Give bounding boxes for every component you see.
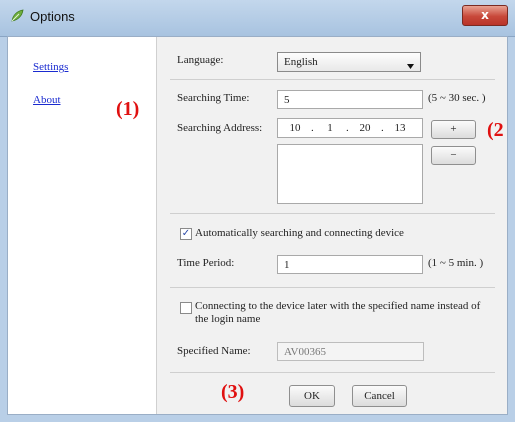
ok-button[interactable]: OK <box>289 385 335 407</box>
ip-octet-4: 13 <box>394 122 406 134</box>
searching-time-label: Searching Time: <box>177 92 250 104</box>
time-period-label: Time Period: <box>177 257 235 269</box>
ip-dot: . <box>346 122 349 134</box>
searching-time-range: (5 ~ 30 sec. ) <box>428 92 486 104</box>
add-address-button[interactable]: + <box>431 120 476 139</box>
check-icon: ✓ <box>181 228 191 239</box>
close-icon: x <box>481 8 489 22</box>
language-select[interactable]: English <box>277 52 421 72</box>
options-leaf-icon <box>10 9 24 23</box>
address-list[interactable] <box>277 144 423 204</box>
specified-name-input[interactable]: AV00365 <box>277 342 424 361</box>
ip-address-input[interactable]: 10 . 1 . 20 . 13 <box>277 118 423 138</box>
auto-search-checkbox[interactable]: ✓ <box>180 228 192 240</box>
connect-later-label: Connecting to the device later with the … <box>195 300 481 325</box>
cancel-button[interactable]: Cancel <box>352 385 407 407</box>
divider <box>170 79 495 80</box>
ip-dot: . <box>381 122 384 134</box>
searching-address-label: Searching Address: <box>177 122 263 134</box>
sidebar-item-settings[interactable]: Settings <box>33 61 68 73</box>
divider <box>170 372 495 373</box>
time-period-input[interactable]: 1 <box>277 255 423 274</box>
window-title: Options <box>30 9 75 24</box>
divider <box>170 287 495 288</box>
ip-octet-2: 1 <box>327 122 333 134</box>
time-period-range: (1 ~ 5 min. ) <box>428 257 484 269</box>
close-button[interactable]: x <box>462 5 508 26</box>
specified-name-label: Specified Name: <box>177 345 251 357</box>
sidebar-item-about[interactable]: About <box>33 94 61 106</box>
ip-octet-1: 10 <box>289 122 301 134</box>
annotation-2: (2 <box>487 119 504 141</box>
divider <box>170 213 495 214</box>
annotation-3: (3) <box>221 381 245 403</box>
language-value: English <box>284 56 318 68</box>
language-label: Language: <box>177 54 224 66</box>
searching-time-input[interactable]: 5 <box>277 90 423 109</box>
ip-dot: . <box>311 122 314 134</box>
auto-search-label: Automatically searching and connecting d… <box>195 227 404 239</box>
chevron-down-icon <box>407 60 414 72</box>
ip-octet-3: 20 <box>359 122 371 134</box>
remove-address-button[interactable]: − <box>431 146 476 165</box>
sidebar <box>8 37 157 414</box>
connect-later-checkbox[interactable] <box>180 302 192 314</box>
annotation-1: (1) <box>116 98 140 120</box>
title-bar[interactable] <box>0 0 515 37</box>
